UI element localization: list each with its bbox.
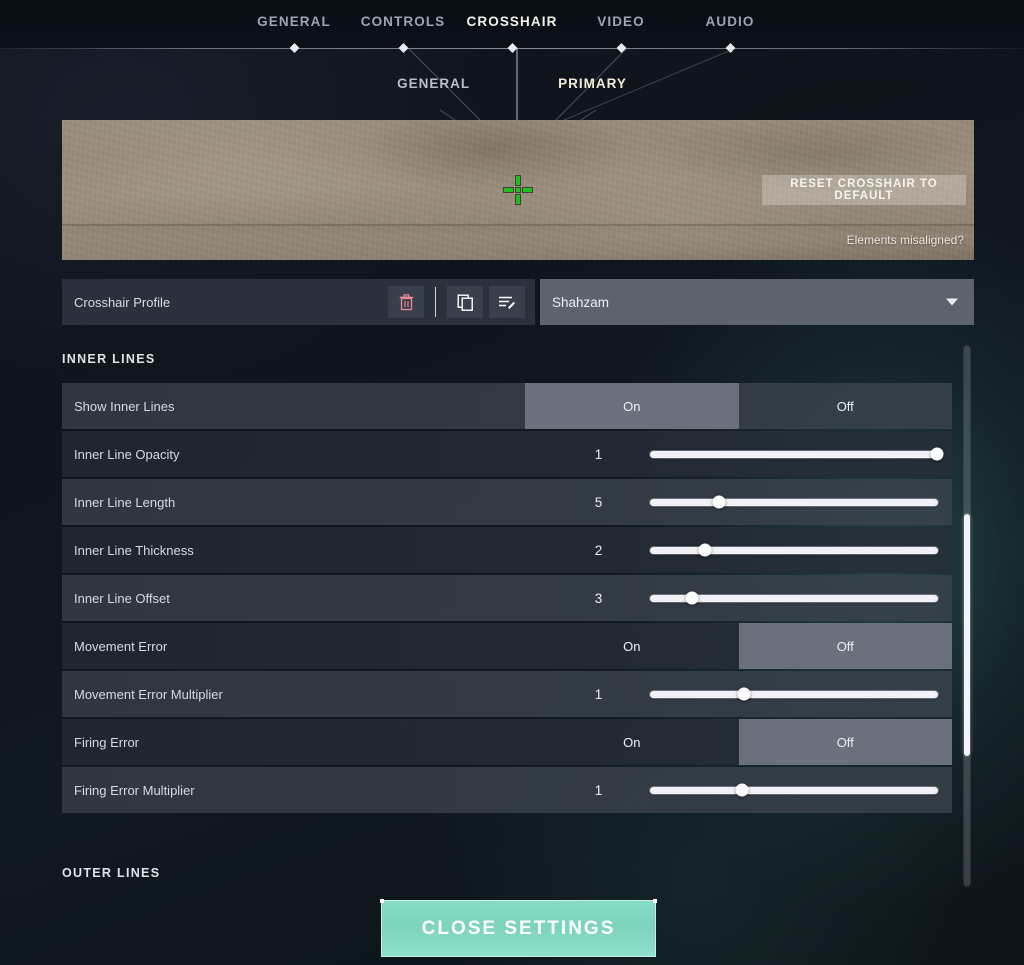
tab-controls[interactable]: CONTROLS [349,14,458,29]
duplicate-profile-button[interactable] [447,286,483,318]
slider-thumb[interactable] [685,591,699,605]
slider[interactable] [650,575,952,621]
setting-label: Firing Error [74,734,140,750]
edit-list-icon [499,296,515,309]
setting-label: Inner Line Thickness [74,542,194,558]
setting-row: Inner Line Opacity 1 [62,431,952,477]
slider-track[interactable] [650,447,944,461]
toggle-option-off[interactable]: Off [738,623,952,669]
slider-thumb[interactable] [930,447,944,461]
slider-thumb[interactable] [712,495,726,509]
elements-misaligned-link[interactable]: Elements misaligned? [847,233,964,247]
setting-row: Inner Line Length 5 [62,479,952,525]
selected-profile-name: Shahzam [552,294,610,310]
copy-icon [457,294,473,311]
sub-tab-list: GENERAL PRIMARY [0,76,1024,91]
crosshair-graphic [501,173,535,207]
toggle-option-on[interactable]: On [525,623,739,669]
settings-rows: Show Inner Lines On Off Inner Line Opacity 1… [62,383,952,815]
setting-row: Inner Line Thickness 2 [62,527,952,573]
setting-label: Movement Error [74,638,168,654]
chevron-down-icon [946,298,958,306]
slider-track[interactable] [650,687,938,701]
crosshair-line-right [523,188,532,192]
setting-row: Movement Error Multiplier 1 [62,671,952,717]
setting-label: Movement Error Multiplier [74,686,223,702]
top-navigation-bar: GENERAL CONTROLS CROSSHAIR VIDEO AUDIO [0,0,1024,48]
tab-audio[interactable]: AUDIO [676,14,785,29]
toggle-group: On Off [525,623,952,669]
toggle-option-on[interactable]: On [525,383,739,429]
settings-scrollbar[interactable] [964,346,970,886]
rename-profile-button[interactable] [489,286,525,318]
slider-thumb[interactable] [698,543,712,557]
slider-thumb[interactable] [735,783,749,797]
slider[interactable] [650,527,952,573]
settings-screen: GENERAL CONTROLS CROSSHAIR VIDEO AUDIO GENER… [0,0,1024,965]
setting-label: Inner Line Length [74,494,176,510]
profile-actions [388,279,525,325]
setting-row: Firing Error On Off [62,719,952,765]
crosshair-line-left [504,188,513,192]
setting-row: Inner Line Offset 3 [62,575,952,621]
slider-thumb[interactable] [737,687,751,701]
scrollbar-thumb[interactable] [964,514,970,756]
setting-label: Show Inner Lines [74,398,175,414]
crosshair-profile-label: Crosshair Profile [74,294,171,310]
crosshair-preview: RESET CROSSHAIR TO DEFAULT Elements misa… [62,120,974,260]
setting-row: Show Inner Lines On Off [62,383,952,429]
main-tab-list: GENERAL CONTROLS CROSSHAIR VIDEO AUDIO [0,14,1024,29]
setting-label: Inner Line Opacity [74,446,180,462]
toggle-option-off[interactable]: Off [738,719,952,765]
slider[interactable] [650,671,952,717]
slider[interactable] [650,767,952,813]
setting-row: Movement Error On Off [62,623,952,669]
slider-track[interactable] [650,783,938,797]
reset-crosshair-button[interactable]: RESET CROSSHAIR TO DEFAULT [762,175,966,205]
trash-icon [399,293,413,310]
setting-label: Inner Line Offset [74,590,170,606]
tab-crosshair[interactable]: CROSSHAIR [458,14,567,29]
close-settings-button[interactable]: CLOSE SETTINGS [380,899,657,957]
toggle-option-on[interactable]: On [525,719,739,765]
toggle-group: On Off [525,719,952,765]
tab-video[interactable]: VIDEO [567,14,676,29]
profile-label-area: Crosshair Profile [62,279,535,325]
crosshair-center-dot [516,188,520,192]
setting-label: Firing Error Multiplier [74,782,195,798]
crosshair-line-bottom [516,195,520,204]
subtab-general[interactable]: GENERAL [397,76,470,91]
tab-general[interactable]: GENERAL [240,14,349,29]
slider-track[interactable] [650,495,938,509]
section-title-outer-lines: OUTER LINES [62,866,161,880]
section-title-inner-lines: INNER LINES [62,352,156,366]
crosshair-profile-dropdown[interactable]: Shahzam [540,279,974,325]
crosshair-profile-row: Crosshair Profile Shahzam [62,279,974,325]
slider[interactable] [650,431,952,477]
slider-track[interactable] [650,591,938,605]
crosshair-line-top [516,176,520,185]
slider-track[interactable] [650,543,938,557]
delete-profile-button[interactable] [388,286,424,318]
slider[interactable] [650,479,952,525]
profile-actions-divider [435,287,436,317]
toggle-group: On Off [525,383,952,429]
subtab-primary[interactable]: PRIMARY [558,76,627,91]
setting-row: Firing Error Multiplier 1 [62,767,952,813]
toggle-option-off[interactable]: Off [739,383,953,429]
